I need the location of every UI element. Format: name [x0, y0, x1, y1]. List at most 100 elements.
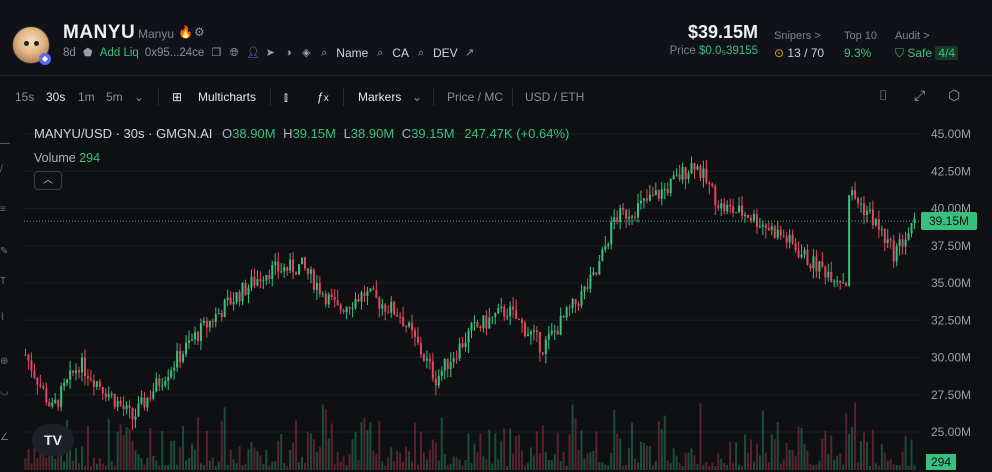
volume-bar [488, 429, 491, 470]
volume-bar [720, 458, 723, 470]
volume-bar [235, 463, 238, 470]
candle-body [196, 332, 199, 342]
candles-icon[interactable]: ⫾ [284, 90, 288, 105]
interval-30s[interactable]: 30s [46, 90, 65, 104]
volume-bar [815, 464, 818, 470]
candle-body [702, 168, 705, 178]
snipers-label[interactable]: Snipers > [774, 30, 821, 42]
volume-bar [226, 464, 229, 470]
candle-body [732, 206, 735, 213]
candle-body [256, 279, 259, 286]
volume-bar [693, 455, 696, 470]
search-dev-link[interactable]: DEV [433, 46, 458, 60]
candle-body [449, 362, 452, 370]
volume-bar [107, 419, 110, 470]
candle-body [446, 358, 449, 370]
candle-body [408, 322, 411, 327]
telegram-icon[interactable]: ➤ [264, 47, 276, 59]
volume-bar [265, 449, 268, 470]
candle-body [874, 219, 877, 226]
volume-bar [411, 461, 414, 470]
volume-bar [577, 449, 580, 470]
candle-body [663, 188, 666, 190]
volume-bar [375, 454, 378, 470]
indicators-icon[interactable]: ƒx [317, 90, 329, 104]
candle-body [556, 330, 559, 335]
search-ca-link[interactable]: CA [392, 46, 409, 60]
candle-body [547, 333, 550, 340]
volume-bar [541, 425, 544, 470]
volume-bar [378, 420, 381, 470]
volume-bar [315, 451, 318, 470]
y-tick-label: 30.00M [931, 351, 971, 365]
candle-body [104, 393, 107, 398]
contract-address[interactable]: 0x95...24ce [145, 47, 204, 59]
candle-body [901, 239, 904, 247]
volume-bar [396, 450, 399, 470]
add-chart-icon[interactable]: ⊞ [172, 90, 182, 104]
volume-bar [363, 418, 366, 470]
price-mc-toggle[interactable]: Price / MC [447, 90, 503, 104]
open-value: 38.90M [232, 126, 276, 141]
candle-body [735, 212, 738, 214]
candle-body [455, 358, 458, 360]
chevron-down-icon[interactable]: ⌄ [412, 90, 422, 104]
settings-icon[interactable]: ⬡ [948, 87, 960, 104]
volume-bar [613, 409, 616, 470]
candle-body [699, 166, 702, 178]
candle-body [80, 357, 83, 373]
volume-badge: 294 [926, 454, 956, 470]
camera-icon[interactable]: ⌷ [879, 87, 887, 104]
volume-bar [45, 457, 48, 470]
add-liq-label: Add Liq [99, 47, 139, 59]
candle-body [675, 174, 678, 176]
candle-body [862, 203, 865, 215]
candle-body [631, 216, 634, 218]
markers-button[interactable]: Markers [358, 90, 401, 104]
volume-bar [806, 450, 809, 470]
candle-body [883, 229, 886, 244]
candle-body [60, 386, 63, 407]
candle-body [188, 340, 191, 343]
website-icon[interactable]: 🌐︎ [228, 47, 240, 59]
volume-bar [479, 433, 482, 470]
search-name-link[interactable]: Name [336, 46, 368, 60]
candle-body [375, 289, 378, 298]
diamond-icon[interactable]: ◈ [300, 47, 312, 59]
pump-icon[interactable]: ◑ [282, 47, 294, 59]
copy-icon[interactable]: ❐ [210, 47, 222, 59]
user-icon[interactable]: 👤︎ [246, 47, 260, 59]
candle-body [86, 376, 89, 379]
volume-bar [110, 461, 113, 470]
token-header: ◆ MANYU Manyu 🔥 ⚙ 8d ⬟ Add Liq 0x95...24… [0, 0, 992, 76]
candle-body [51, 402, 54, 407]
candle-body [693, 163, 696, 170]
candle-body [761, 224, 764, 227]
volume-bar [173, 440, 176, 470]
multicharts-button[interactable]: Multicharts [198, 90, 256, 104]
candle-body [461, 343, 464, 347]
volume-bar [708, 465, 711, 470]
candle-body [229, 297, 232, 305]
candle-body [672, 175, 675, 180]
interval-5m[interactable]: 5m [106, 90, 123, 104]
candle-body [223, 300, 226, 318]
audit-label[interactable]: Audit > [895, 30, 930, 42]
candlestick-chart[interactable]: 45.00M42.50M40.00M37.50M35.00M32.50M30.0… [0, 116, 992, 472]
chevron-down-icon[interactable]: ⌄ [134, 90, 144, 104]
interval-15s[interactable]: 15s [15, 90, 34, 104]
fullscreen-icon[interactable]: ⤢ [914, 87, 925, 104]
usd-eth-toggle[interactable]: USD / ETH [525, 90, 584, 104]
volume-bar [622, 465, 625, 470]
candle-body [336, 300, 339, 305]
collapse-legend-button[interactable]: ︿ [34, 171, 62, 190]
share-icon[interactable]: ↗ [464, 47, 476, 59]
volume-bar [179, 447, 182, 470]
candle-body [437, 375, 440, 386]
interval-1m[interactable]: 1m [78, 90, 95, 104]
volume-bar [449, 463, 452, 470]
candle-body [648, 194, 651, 201]
liquidity-icon: ⬟ [83, 47, 93, 59]
volume-bar [80, 446, 83, 470]
volume-bar [883, 452, 886, 470]
